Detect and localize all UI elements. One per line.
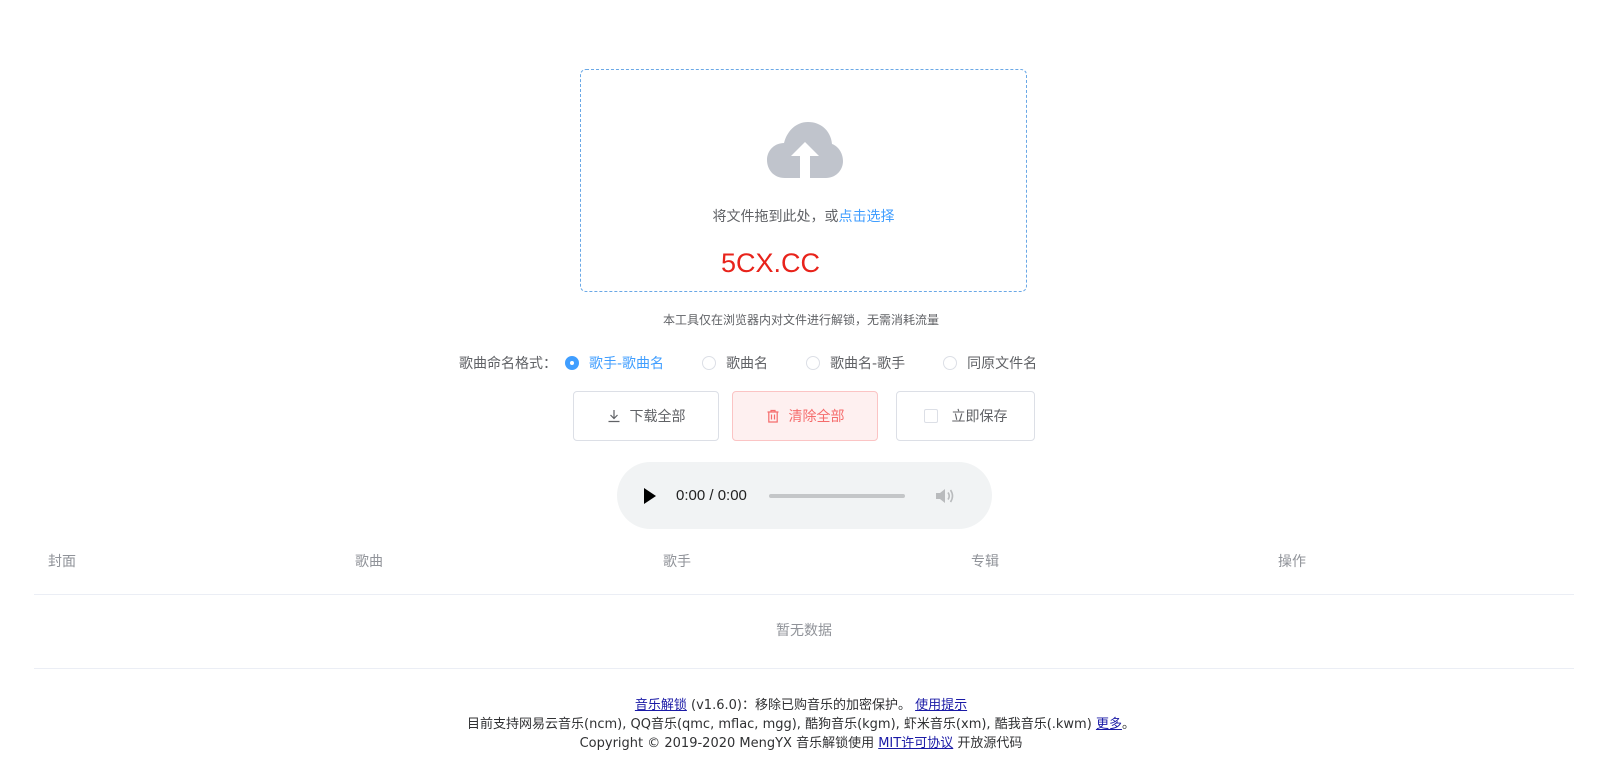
radio-artist-title[interactable]: 歌手-歌曲名 xyxy=(565,353,664,373)
naming-format-row: 歌曲命名格式： 歌手-歌曲名 歌曲名 歌曲名-歌手 同原文件名 xyxy=(459,351,1075,375)
download-all-label: 下载全部 xyxy=(629,409,686,425)
radio-label: 歌手-歌曲名 xyxy=(589,356,665,372)
more-link[interactable]: 更多 xyxy=(1096,717,1122,732)
save-now-button[interactable]: 立即保存 xyxy=(896,391,1035,441)
supported-formats-text: 目前支持网易云音乐(ncm), QQ音乐(qmc, mflac, mgg), 酷… xyxy=(467,717,1092,732)
cloud-upload-icon xyxy=(767,122,843,178)
column-header-artist: 歌手 xyxy=(663,554,691,570)
radio-circle[interactable] xyxy=(943,356,958,370)
download-all-button[interactable]: 下载全部 xyxy=(573,391,719,441)
column-header-song: 歌曲 xyxy=(355,554,383,570)
radio-circle[interactable] xyxy=(702,356,717,370)
play-icon[interactable] xyxy=(644,487,656,504)
footer-line-3: Copyright © 2019-2020 MengYX 音乐解锁使用 MIT许… xyxy=(0,734,1602,753)
upload-instructions: 将文件拖到此处，或点击选择 xyxy=(581,206,1026,226)
upload-tip: 本工具仅在浏览器内对文件进行解锁，无需消耗流量 xyxy=(662,313,939,327)
license-link[interactable]: MIT许可协议 xyxy=(878,736,953,751)
download-icon xyxy=(608,410,619,423)
radio-original-name[interactable]: 同原文件名 xyxy=(943,353,1037,373)
radio-label: 歌曲名 xyxy=(726,356,769,372)
audio-progress-bar[interactable] xyxy=(768,493,905,498)
radio-label: 同原文件名 xyxy=(967,356,1038,372)
save-now-label: 立即保存 xyxy=(951,409,1008,425)
upload-select-link[interactable]: 点击选择 xyxy=(839,209,895,225)
audio-time: 0:00 / 0:00 xyxy=(676,487,747,504)
clear-all-label: 清除全部 xyxy=(788,409,845,425)
copyright-text: Copyright © 2019-2020 MengYX 音乐解锁使用 xyxy=(579,736,875,751)
footer: 音乐解锁 (v1.6.0)：移除已购音乐的加密保护。 使用提示 目前支持网易云音… xyxy=(0,696,1602,753)
radio-circle[interactable] xyxy=(806,356,821,370)
audio-player[interactable]: 0:00 / 0:00 xyxy=(617,462,992,529)
upload-dropzone[interactable]: 将文件拖到此处，或点击选择 5CX.CC xyxy=(580,69,1027,292)
clear-all-button[interactable]: 清除全部 xyxy=(732,391,878,441)
usage-tips-link[interactable]: 使用提示 xyxy=(915,698,967,713)
naming-format-label: 歌曲命名格式： xyxy=(459,356,557,372)
source-text: 开放源代码 xyxy=(957,736,1023,751)
radio-label: 歌曲名-歌手 xyxy=(830,356,906,372)
trash-icon xyxy=(767,409,778,423)
support-end: 。 xyxy=(1121,717,1135,732)
table-empty-text: 暂无数据 xyxy=(34,595,1574,669)
column-header-cover: 封面 xyxy=(48,554,76,570)
volume-icon[interactable] xyxy=(934,486,956,506)
upload-text: 将文件拖到此处，或 xyxy=(712,209,839,225)
table-header: 封面 歌曲 歌手 专辑 操作 xyxy=(34,548,1574,595)
radio-title[interactable]: 歌曲名 xyxy=(702,353,768,373)
app-description: (v1.6.0)：移除已购音乐的加密保护。 xyxy=(691,698,911,713)
column-header-album: 专辑 xyxy=(971,554,999,570)
column-header-actions: 操作 xyxy=(1278,554,1306,570)
footer-line-2: 目前支持网易云音乐(ncm), QQ音乐(qmc, mflac, mgg), 酷… xyxy=(0,715,1602,734)
radio-circle[interactable] xyxy=(565,356,579,370)
watermark-text: 5CX.CC xyxy=(721,248,821,278)
radio-title-artist[interactable]: 歌曲名-歌手 xyxy=(806,353,905,373)
app-link[interactable]: 音乐解锁 xyxy=(635,698,687,713)
save-now-checkbox[interactable] xyxy=(923,409,938,423)
footer-line-1: 音乐解锁 (v1.6.0)：移除已购音乐的加密保护。 使用提示 xyxy=(0,696,1602,715)
